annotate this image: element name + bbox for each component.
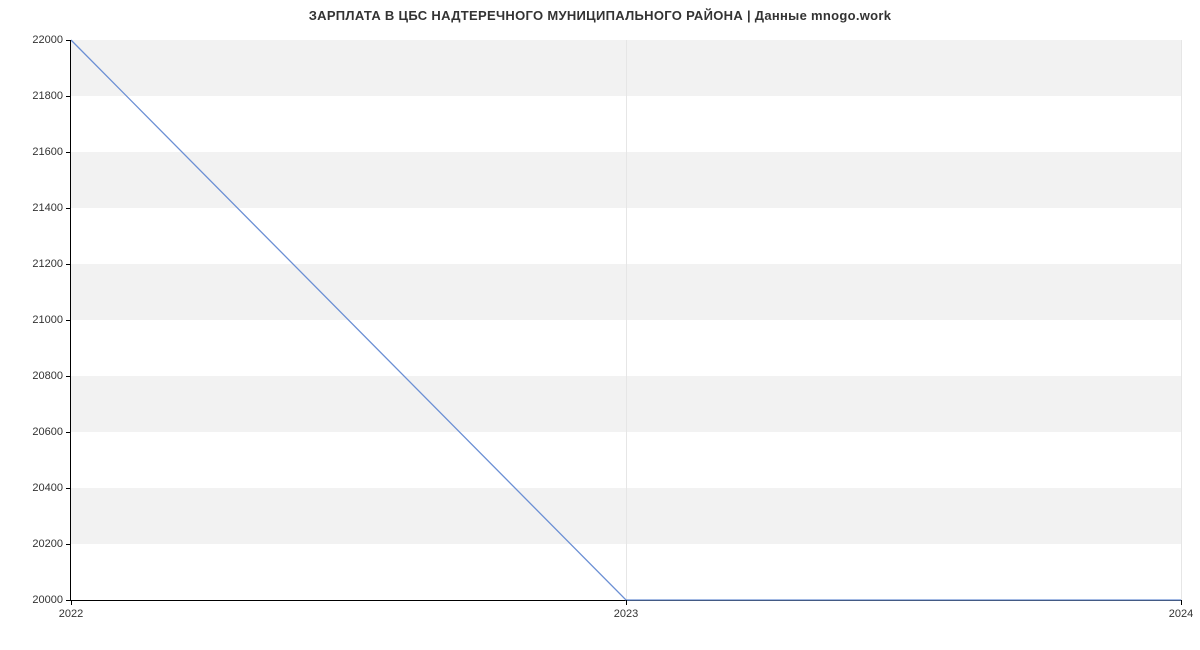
y-tick-mark	[66, 320, 71, 321]
data-line	[71, 40, 1181, 600]
y-tick-mark	[66, 376, 71, 377]
y-tick-mark	[66, 152, 71, 153]
y-tick-mark	[66, 264, 71, 265]
chart-title: ЗАРПЛАТА В ЦБС НАДТЕРЕЧНОГО МУНИЦИПАЛЬНО…	[0, 8, 1200, 23]
y-tick-mark	[66, 488, 71, 489]
y-tick-mark	[66, 544, 71, 545]
x-grid-line	[1181, 40, 1182, 600]
y-tick-mark	[66, 96, 71, 97]
y-tick-mark	[66, 432, 71, 433]
y-tick-mark	[66, 208, 71, 209]
x-tick-mark	[626, 600, 627, 605]
chart-container: ЗАРПЛАТА В ЦБС НАДТЕРЕЧНОГО МУНИЦИПАЛЬНО…	[0, 0, 1200, 650]
line-layer	[71, 40, 1181, 600]
y-tick-mark	[66, 40, 71, 41]
x-tick-mark	[1181, 600, 1182, 605]
x-tick-mark	[71, 600, 72, 605]
plot-area: 2000020200204002060020800210002120021400…	[70, 40, 1181, 601]
